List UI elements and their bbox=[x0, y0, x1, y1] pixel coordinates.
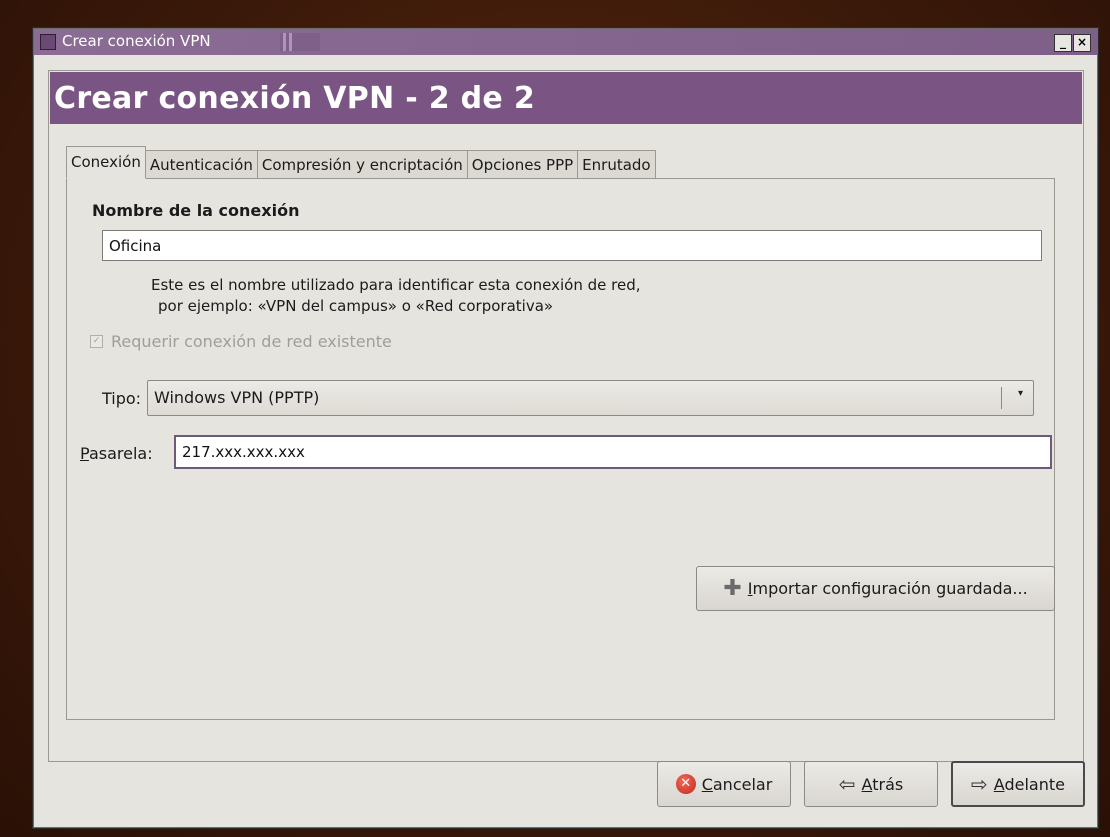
forward-label: Adelante bbox=[994, 775, 1065, 794]
connection-name-hint: Este es el nombre utilizado para identif… bbox=[151, 275, 641, 317]
type-select[interactable]: Windows VPN (PPTP) ▾ bbox=[147, 380, 1034, 416]
arrow-left-icon: ⇦ bbox=[838, 772, 856, 796]
window-titlebar[interactable]: Crear conexión VPN _ × bbox=[34, 29, 1097, 55]
require-network-checkbox: ✓ Requerir conexión de red existente bbox=[90, 332, 392, 351]
forward-button[interactable]: ⇨ Adelante bbox=[951, 761, 1085, 807]
dropdown-arrow-icon: ▾ bbox=[1017, 388, 1023, 399]
back-button[interactable]: ⇦ Atrás bbox=[804, 761, 938, 807]
cancel-label: Cancelar bbox=[702, 775, 773, 794]
forward-rest: delante bbox=[1004, 774, 1065, 794]
back-mnemonic: A bbox=[861, 774, 873, 794]
wizard-header: Crear conexión VPN - 2 de 2 bbox=[50, 72, 1082, 124]
cancel-mnemonic: C bbox=[701, 774, 713, 794]
tab-conexion[interactable]: Conexión bbox=[66, 146, 146, 179]
titlebar-decoration bbox=[280, 33, 320, 51]
import-config-button[interactable]: ✚ Importar configuración guardada... bbox=[696, 566, 1055, 611]
tab-panel-conexion: Nombre de la conexión Este es el nombre … bbox=[66, 178, 1055, 720]
import-config-label: Importar configuración guardada... bbox=[748, 579, 1028, 598]
require-network-label: Requerir conexión de red existente bbox=[111, 332, 392, 351]
window-title: Crear conexión VPN bbox=[62, 32, 211, 50]
hint-line-1: Este es el nombre utilizado para identif… bbox=[151, 276, 641, 294]
minimize-icon[interactable]: _ bbox=[1054, 34, 1072, 52]
wizard-content: Crear conexión VPN - 2 de 2 Conexión Aut… bbox=[48, 70, 1084, 762]
gateway-label-mnemonic: P bbox=[80, 444, 89, 463]
gateway-label-rest: asarela: bbox=[88, 444, 153, 463]
back-label: Atrás bbox=[862, 775, 904, 794]
window-icon bbox=[40, 34, 56, 50]
cancel-rest: ancelar bbox=[712, 774, 773, 794]
vpn-wizard-window: Crear conexión VPN _ × Crear conexión VP… bbox=[32, 27, 1099, 829]
page-title: Crear conexión VPN - 2 de 2 bbox=[54, 81, 535, 116]
tab-opciones-ppp[interactable]: Opciones PPP bbox=[466, 150, 579, 179]
plus-icon: ✚ bbox=[723, 575, 742, 601]
type-label: Tipo: bbox=[102, 389, 142, 408]
window-controls: _ × bbox=[1054, 34, 1091, 52]
tab-bar: Conexión Autenticación Compresión y encr… bbox=[66, 146, 656, 179]
tab-autenticacion[interactable]: Autenticación bbox=[144, 150, 258, 179]
tab-enrutado[interactable]: Enrutado bbox=[577, 150, 656, 179]
cancel-icon: ✕ bbox=[675, 774, 696, 794]
forward-mnemonic: A bbox=[993, 774, 1005, 794]
combo-separator bbox=[1001, 387, 1002, 409]
checkbox-checked-icon: ✓ bbox=[90, 335, 103, 348]
section-title: Nombre de la conexión bbox=[92, 201, 300, 220]
import-rest: mportar configuración guardada... bbox=[752, 579, 1028, 598]
tab-compresion-encriptacion[interactable]: Compresión y encriptación bbox=[256, 150, 468, 179]
hint-line-2: por ejemplo: «VPN del campus» o «Red cor… bbox=[158, 297, 554, 315]
gateway-input[interactable] bbox=[174, 435, 1052, 469]
cancel-button[interactable]: ✕ Cancelar bbox=[657, 761, 791, 807]
close-icon[interactable]: × bbox=[1073, 34, 1091, 52]
connection-name-input[interactable] bbox=[102, 230, 1042, 261]
arrow-right-icon: ⇨ bbox=[971, 772, 988, 796]
gateway-label: Pasarela: bbox=[80, 444, 153, 463]
back-rest: trás bbox=[872, 774, 904, 794]
type-select-value: Windows VPN (PPTP) bbox=[154, 388, 320, 407]
